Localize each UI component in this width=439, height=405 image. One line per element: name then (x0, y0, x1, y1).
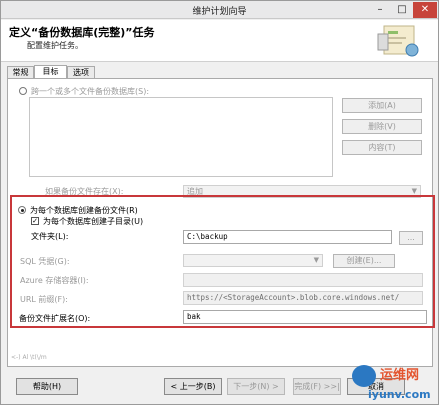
back-button[interactable]: < 上一步(B) (164, 378, 222, 395)
contents-button[interactable]: 内容(T) (342, 140, 422, 155)
page-subtitle: 配置维护任务。 (27, 41, 83, 50)
extension-input[interactable]: bak (183, 310, 427, 324)
multi-file-radio[interactable] (19, 87, 27, 95)
url-prefix-label: URL 前缀(F): (20, 295, 68, 304)
per-db-radio[interactable] (18, 206, 26, 214)
remove-button[interactable]: 删除(V) (342, 119, 422, 134)
finish-button[interactable]: 完成(F) >>| (293, 378, 341, 395)
watermark: 运维网 iyunv.com (350, 361, 438, 405)
title-bar: 维护计划向导 – □ ✕ (1, 1, 438, 19)
browse-button[interactable]: ... (399, 231, 423, 245)
tab-target[interactable]: 目标 (34, 65, 67, 79)
folder-input[interactable]: C:\backup (183, 230, 392, 244)
page-title: 定义“备份数据库(完整)”任务 (9, 26, 155, 39)
backup-file-list[interactable] (29, 97, 333, 177)
sql-credential-label: SQL 凭据(G): (20, 257, 70, 266)
subdir-checkbox[interactable]: ✓ (31, 217, 39, 225)
wizard-header: 定义“备份数据库(完整)”任务 配置维护任务。 (1, 20, 438, 62)
create-button[interactable]: 创建(E)... (333, 254, 395, 268)
sql-credential-select[interactable]: ▼ (183, 254, 323, 267)
subdir-label: 为每个数据库创建子目录(U) (43, 217, 144, 226)
per-db-label: 为每个数据库创建备份文件(R) (30, 206, 138, 215)
help-button[interactable]: 帮助(H) (16, 378, 78, 395)
maximize-button[interactable]: □ (391, 2, 413, 18)
wizard-illustration-icon (377, 25, 419, 57)
watermark-logo-icon (352, 365, 376, 387)
multi-file-label: 跨一个或多个文件备份数据库(S): (31, 87, 150, 96)
next-button[interactable]: 下一步(N) > (227, 378, 285, 395)
minimize-button[interactable]: – (369, 2, 391, 18)
wizard-window: 维护计划向导 – □ ✕ 定义“备份数据库(完整)”任务 配置维护任务。 常规 … (0, 0, 439, 405)
folder-label: 文件夹(L): (31, 232, 69, 241)
watermark-brand: 运维网 (380, 368, 420, 383)
azure-container-label: Azure 存储容器(I): (20, 276, 89, 285)
extension-label: 备份文件扩展名(O): (19, 314, 91, 323)
watermark-url: iyunv.com (368, 388, 431, 401)
url-prefix-input[interactable]: https://<StorageAccount>.blob.core.windo… (183, 291, 423, 305)
add-button[interactable]: 添加(A) (342, 98, 422, 113)
chevron-down-icon: ▼ (313, 256, 319, 264)
close-button[interactable]: ✕ (413, 2, 437, 18)
azure-container-input[interactable] (183, 273, 423, 287)
